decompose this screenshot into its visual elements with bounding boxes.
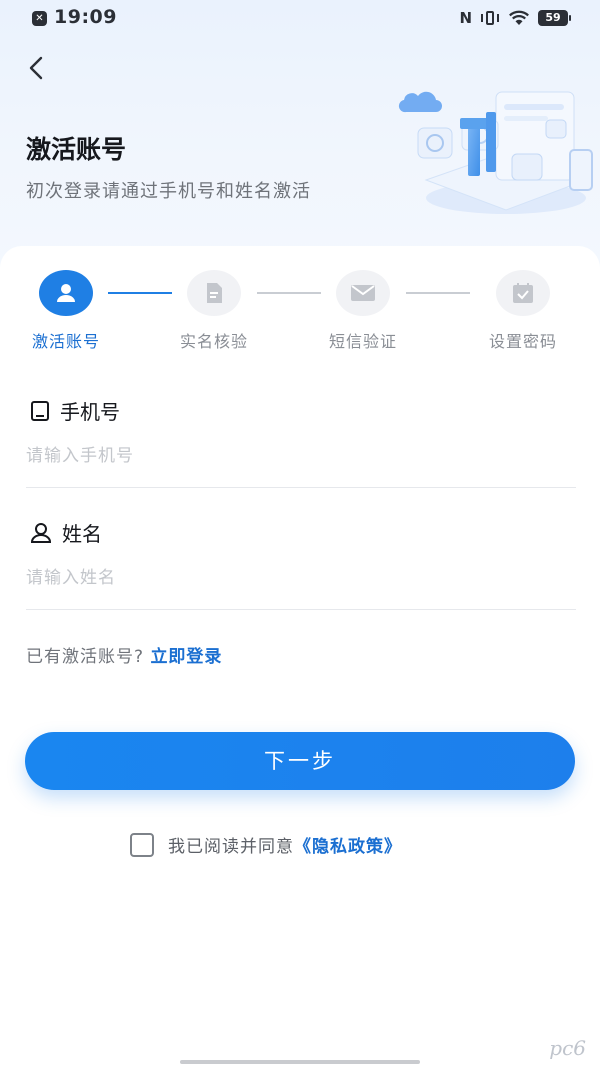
agreement-text: 我已阅读并同意 bbox=[168, 837, 294, 857]
name-label-text: 姓名 bbox=[62, 522, 102, 546]
step-set-password: 设置密码 bbox=[463, 270, 583, 352]
page-title: 激活账号 bbox=[26, 135, 127, 164]
name-input[interactable] bbox=[26, 558, 576, 598]
page-subtitle: 初次登录请通过手机号和姓名激活 bbox=[26, 181, 311, 202]
step-label: 短信验证 bbox=[328, 332, 397, 351]
next-step-button[interactable]: 下一步 bbox=[25, 732, 575, 790]
step-sms-verification: 短信验证 bbox=[303, 270, 423, 352]
phone-label-text: 手机号 bbox=[60, 400, 120, 424]
status-bar: ✕ 19:09 N 59 bbox=[0, 0, 600, 36]
person-icon bbox=[30, 522, 52, 543]
name-field-label: 姓名 bbox=[30, 518, 102, 547]
status-time: 19:09 bbox=[54, 6, 117, 28]
site-watermark: pc6 bbox=[549, 1036, 586, 1060]
phone-input[interactable] bbox=[26, 436, 576, 476]
privacy-agreement: 我已阅读并同意《隐私政策》 bbox=[130, 832, 402, 857]
battery-icon: 59 bbox=[538, 10, 571, 26]
login-prompt-text: 已有激活账号? bbox=[26, 647, 145, 667]
status-indicators: N 59 bbox=[459, 8, 571, 28]
privacy-policy-link[interactable]: 《隐私政策》 bbox=[294, 837, 402, 857]
vibrate-icon bbox=[480, 10, 500, 26]
document-icon bbox=[187, 270, 241, 316]
step-activate-account: 激活账号 bbox=[6, 270, 126, 352]
step-connector bbox=[406, 292, 470, 294]
phone-divider bbox=[26, 487, 576, 488]
phone-field-label: 手机号 bbox=[30, 396, 120, 425]
step-label: 设置密码 bbox=[488, 332, 557, 351]
step-label: 实名核验 bbox=[179, 332, 248, 351]
home-indicator[interactable] bbox=[180, 1060, 420, 1064]
phone-icon bbox=[31, 400, 49, 421]
envelope-icon bbox=[336, 270, 390, 316]
agreement-checkbox[interactable] bbox=[130, 832, 154, 857]
step-label: 激活账号 bbox=[31, 332, 100, 351]
step-identity-verification: 实名核验 bbox=[154, 270, 274, 352]
user-icon bbox=[39, 270, 93, 316]
activation-illustration bbox=[398, 91, 593, 214]
back-arrow-icon[interactable] bbox=[24, 54, 50, 82]
login-prompt: 已有激活账号? 立即登录 bbox=[26, 642, 222, 667]
wifi-icon bbox=[509, 10, 529, 25]
name-divider bbox=[26, 609, 576, 610]
checkmark-icon bbox=[496, 270, 550, 316]
app-notification-icon: ✕ bbox=[32, 11, 47, 26]
login-now-link[interactable]: 立即登录 bbox=[150, 647, 222, 667]
nfc-icon: N bbox=[459, 9, 472, 27]
